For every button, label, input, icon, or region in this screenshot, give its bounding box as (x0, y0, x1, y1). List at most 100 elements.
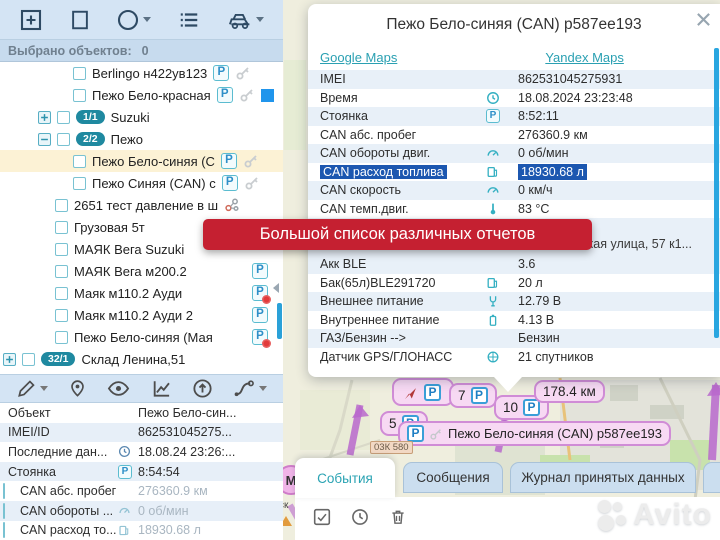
checkbox[interactable] (73, 177, 86, 190)
key-icon[interactable] (243, 153, 259, 169)
checkbox[interactable] (55, 309, 68, 322)
export-button[interactable] (192, 378, 213, 399)
tree-item-pezho-belo-sinyaya-mayak[interactable]: Пежо Бело-синяя (Мая P (0, 326, 283, 348)
table-row[interactable]: Акк BLE 3.6 (308, 255, 720, 274)
map-cluster-7[interactable]: 7 P (449, 383, 497, 408)
checkbox[interactable] (57, 133, 70, 146)
detail-row[interactable]: CAN расход то... 18930.68 л (0, 521, 283, 540)
table-row[interactable]: Внешнее питание 12.79 В (308, 292, 720, 311)
visibility-button[interactable] (107, 378, 130, 399)
sensor-icon[interactable] (224, 197, 240, 213)
detail-row[interactable]: CAN абс. пробег 276360.9 км (0, 481, 283, 501)
google-maps-link[interactable]: Google Maps (320, 50, 397, 70)
table-row[interactable]: CAN обороты двиг. 0 об/мин (308, 144, 720, 163)
checkbox[interactable] (73, 89, 86, 102)
expand-icon[interactable] (3, 353, 16, 366)
tree-item-2651-test[interactable]: 2651 тест давление в ш (0, 194, 283, 216)
tab-messages[interactable]: Сообщения (403, 462, 503, 493)
parking-error-icon[interactable]: P (252, 285, 268, 301)
tab-events[interactable]: События (295, 458, 395, 498)
checkbox[interactable] (55, 287, 68, 300)
collapse-icon[interactable] (38, 133, 51, 146)
table-row[interactable]: ГАЗ/Бензин --> Бензин (308, 329, 720, 348)
checkbox[interactable] (3, 503, 5, 519)
detail-row[interactable]: Стоянка P 8:54:54 (0, 462, 283, 482)
select-checkbox-icon[interactable] (313, 508, 331, 526)
radius-filter-button[interactable] (116, 8, 151, 32)
detail-row[interactable]: CAN обороты ... 0 об/мин (0, 501, 283, 521)
checkbox[interactable] (55, 243, 68, 256)
tab-data-log[interactable]: Журнал принятых данных (510, 462, 696, 493)
key-icon[interactable] (239, 87, 255, 103)
parking-icon[interactable]: P (221, 153, 237, 169)
popup-scrollbar[interactable] (714, 48, 719, 338)
parking-icon[interactable]: P (252, 307, 268, 323)
parking-icon[interactable]: P (217, 87, 233, 103)
list-view-button[interactable] (177, 9, 201, 31)
history-clock-icon[interactable] (351, 508, 369, 526)
row-label: ГАЗ/Бензин --> (308, 331, 486, 345)
scroll-arrow-icon[interactable] (273, 283, 279, 293)
checkbox[interactable] (55, 331, 68, 344)
parking-error-icon[interactable]: P (252, 329, 268, 345)
parking-icon[interactable]: P (213, 65, 229, 81)
key-icon[interactable] (244, 175, 260, 191)
tree-item-mayak-m110-audi-2[interactable]: Маяк м110.2 Ауди 2 P (0, 304, 283, 326)
table-row[interactable]: CAN скорость 0 км/ч (308, 181, 720, 200)
checkbox[interactable] (73, 67, 86, 80)
add-unit-button[interactable] (19, 8, 43, 32)
select-area-button[interactable] (69, 8, 91, 32)
table-row[interactable]: Бак(65л)BLE291720 20 л (308, 274, 720, 293)
checkbox[interactable] (3, 522, 5, 538)
parking-icon[interactable]: P (252, 263, 268, 279)
tree-item-pezho-belo-krasnaya[interactable]: Пежо Бело-красная P (0, 84, 283, 106)
close-icon[interactable] (696, 12, 712, 28)
chart-button[interactable] (151, 378, 172, 399)
track-color-swatch[interactable] (261, 89, 274, 102)
locate-button[interactable] (68, 378, 87, 399)
table-row[interactable]: CAN темп.двиг. 83 °C (308, 200, 720, 219)
table-row[interactable]: IMEI 862531045275931 (308, 70, 720, 89)
map-unit-tooltip[interactable]: P Пежо Бело-синяя (CAN) p587ee193 (398, 421, 671, 446)
tree-scrollbar[interactable] (277, 303, 282, 339)
edit-button[interactable] (16, 378, 48, 399)
table-row[interactable]: CAN абс. пробег 276360.9 км (308, 126, 720, 145)
yandex-maps-link[interactable]: Yandex Maps (545, 50, 624, 70)
tree-item-pezho-belo-sinyaya[interactable]: Пежо Бело-синяя (С P (0, 150, 283, 172)
route-button[interactable] (233, 378, 267, 399)
parking-icon[interactable]: P (222, 175, 238, 191)
tree-item-mayak-vega-m200[interactable]: МАЯК Вега м200.2 P (0, 260, 283, 282)
detail-row[interactable]: Последние дан... 18.08.24 23:26:... (0, 442, 283, 462)
tree-item-pezho-sinyaya[interactable]: Пежо Синяя (CAN) с P (0, 172, 283, 194)
tree-group-suzuki[interactable]: 1/1 Suzuki (0, 106, 283, 128)
address-value: кая улица, 57 к1... (588, 237, 692, 251)
checkbox[interactable] (3, 483, 5, 499)
key-icon[interactable] (235, 65, 251, 81)
tree-item-berlingo[interactable]: Berlingo н422ув123 P (0, 62, 283, 84)
table-row[interactable]: Стоянка P 8:52:11 (308, 107, 720, 126)
map-cluster-arrow[interactable]: P (392, 378, 454, 406)
table-row-selected[interactable]: CAN расход топлива 18930.68 л (308, 163, 720, 182)
checkbox[interactable] (55, 221, 68, 234)
table-row[interactable]: Внутреннее питание 4.13 В (308, 311, 720, 330)
key-icon (429, 427, 443, 441)
tree-group-sklad-lenina[interactable]: 32/1 Склад Ленина,51 (0, 348, 283, 370)
row-value: 4.13 В (518, 313, 554, 327)
avito-logo-icon (597, 498, 631, 532)
tree-group-label: Пежо (111, 132, 143, 147)
checkbox[interactable] (55, 265, 68, 278)
table-row[interactable]: Время 18.08.2024 23:23:48 (308, 89, 720, 108)
expand-icon[interactable] (38, 111, 51, 124)
checkbox[interactable] (22, 353, 35, 366)
tree-group-pezho[interactable]: 2/2 Пежо (0, 128, 283, 150)
checkbox[interactable] (57, 111, 70, 124)
detail-row[interactable]: IMEI/ID 862531045275... (0, 423, 283, 443)
tab-partial[interactable] (703, 462, 720, 493)
checkbox[interactable] (73, 155, 86, 168)
detail-row[interactable]: Объект Пежо Бело-син... (0, 403, 283, 423)
vehicle-filter-button[interactable] (227, 9, 264, 31)
checkbox[interactable] (55, 199, 68, 212)
tree-item-mayak-m110-audi[interactable]: Маяк м110.2 Ауди P (0, 282, 283, 304)
trash-icon[interactable] (389, 508, 407, 526)
table-row[interactable]: Датчик GPS/ГЛОНАСС 21 спутников (308, 348, 720, 367)
